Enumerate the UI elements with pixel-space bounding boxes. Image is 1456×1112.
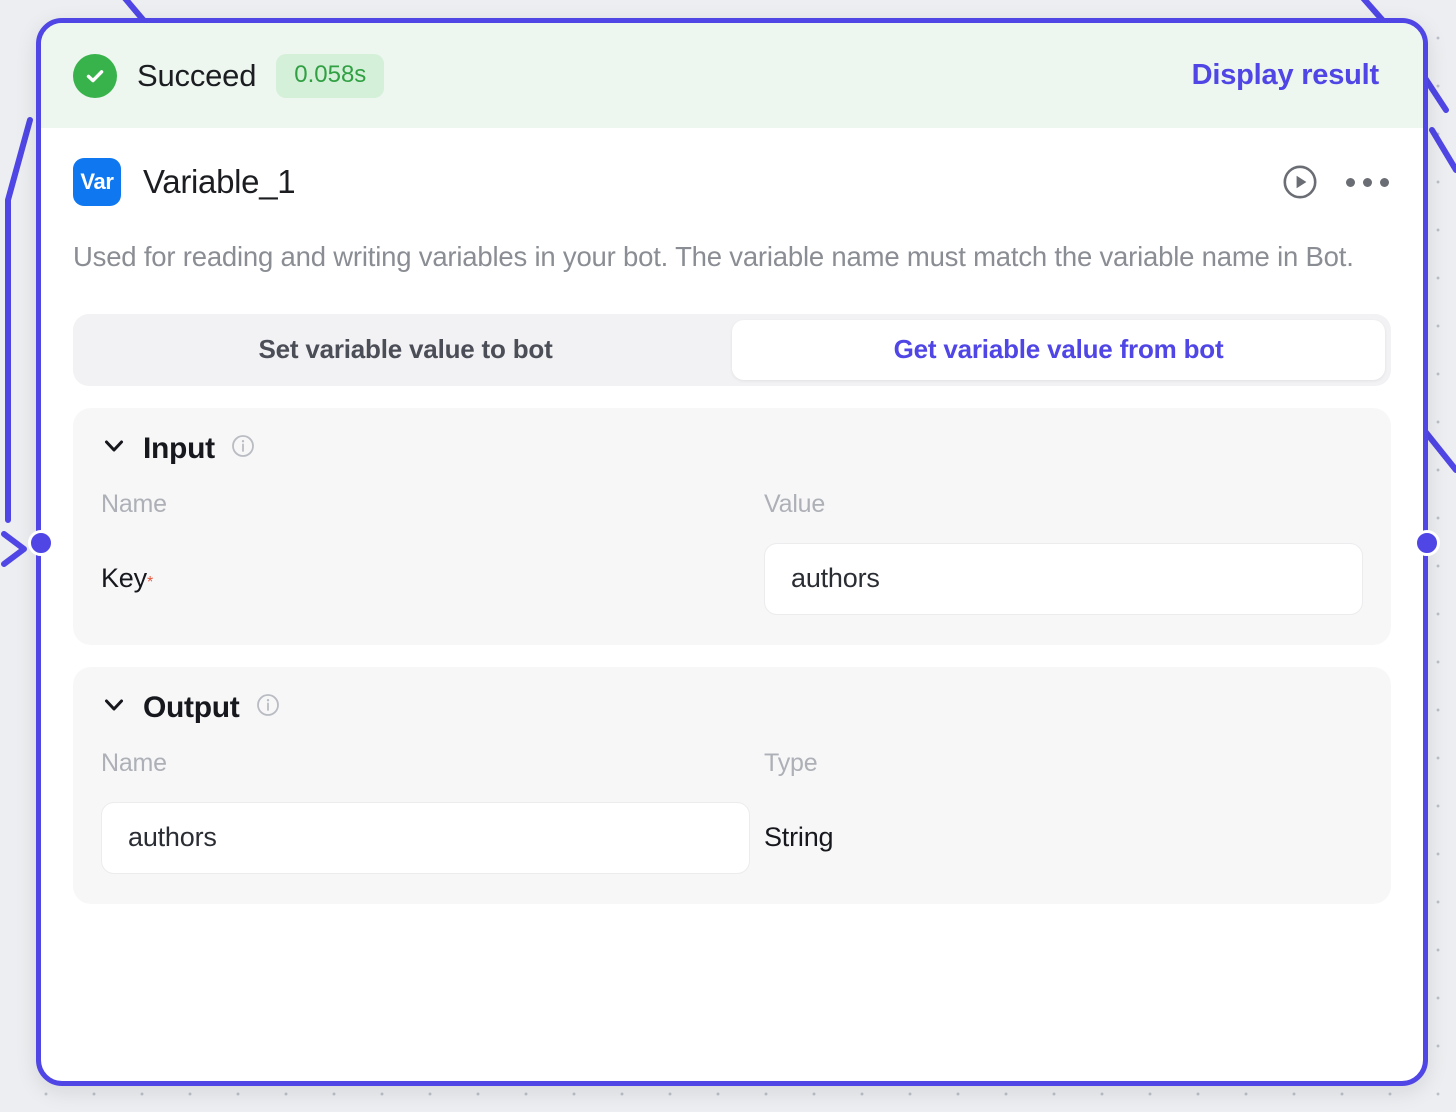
output-row: authors String (101, 801, 1363, 874)
status-group: Succeed 0.058s (73, 53, 385, 98)
node-description: Used for reading and writing variables i… (73, 241, 1354, 272)
chevron-down-icon[interactable] (101, 433, 127, 464)
input-panel-header[interactable]: Input (101, 432, 1363, 466)
input-column-headers: Name Value (101, 490, 1363, 519)
output-row-type-cell: String (764, 822, 1363, 853)
input-panel-title: Input (143, 431, 215, 465)
output-connection-handle[interactable] (1414, 530, 1440, 556)
input-row: Key* authors (101, 542, 1363, 615)
input-value-field[interactable]: authors (764, 542, 1363, 615)
output-panel: Output Name Type authors String (73, 666, 1391, 904)
output-column-type: Type (764, 748, 818, 777)
tab-set-variable-value-to-bot[interactable]: Set variable value to bot (79, 320, 732, 380)
node-actions (1282, 164, 1391, 200)
status-label: Succeed (137, 57, 257, 93)
node-title: Variable_1 (143, 163, 296, 200)
more-horizontal-icon[interactable] (1344, 172, 1391, 193)
node-status-bar: Succeed 0.058s Display result (41, 23, 1423, 128)
input-column-value: Value (764, 489, 826, 518)
input-column-name: Name (101, 489, 167, 518)
play-circle-icon[interactable] (1282, 164, 1318, 200)
info-circle-icon[interactable] (256, 693, 280, 722)
input-panel: Input Name Value Key* authors (73, 407, 1391, 645)
duration-badge: 0.058s (276, 53, 385, 98)
tab-get-variable-value-from-bot[interactable]: Get variable value from bot (732, 319, 1385, 380)
output-column-name: Name (101, 748, 167, 777)
required-asterisk: * (146, 574, 154, 592)
variable-type-icon: Var (73, 158, 121, 206)
output-row-name-cell: authors (101, 801, 764, 874)
input-connection-handle[interactable] (28, 530, 54, 556)
output-column-headers: Name Type (101, 749, 1363, 778)
chevron-down-icon[interactable] (101, 692, 127, 723)
node-body: Var Variable_1 Used for reading and writ… (41, 128, 1423, 904)
node-title-row: Var Variable_1 (73, 154, 1391, 210)
input-row-value-cell: authors (764, 542, 1363, 615)
output-name-field[interactable]: authors (101, 801, 750, 874)
output-panel-title: Output (143, 690, 240, 724)
output-type-value: String (764, 822, 834, 853)
display-result-link[interactable]: Display result (1192, 59, 1380, 92)
check-circle-icon (73, 53, 117, 98)
input-row-name: Key (101, 563, 147, 594)
variable-mode-tabs: Set variable value to bot Get variable v… (73, 313, 1391, 386)
input-row-name-cell: Key* (101, 563, 764, 594)
workflow-node-card[interactable]: Succeed 0.058s Display result Var Variab… (36, 18, 1428, 1086)
info-circle-icon[interactable] (231, 434, 255, 463)
output-panel-header[interactable]: Output (101, 691, 1363, 725)
